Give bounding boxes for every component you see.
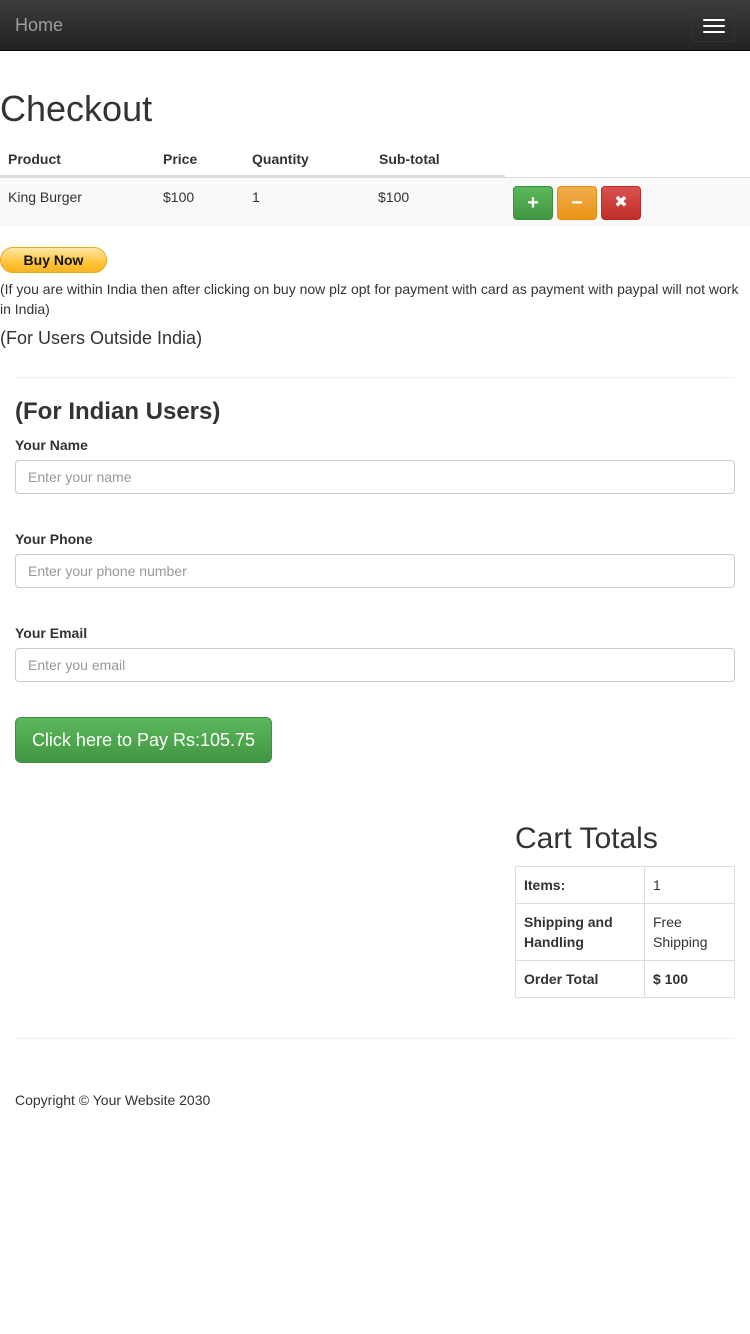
page-title: Checkout [0,88,153,129]
product-name: King Burger [8,189,82,205]
email-field[interactable] [15,648,735,682]
indian-users-title: (For Indian Users) [15,398,221,425]
plus-icon: + [527,192,539,214]
close-icon: ✖ [614,194,628,211]
name-label: Your Name [15,437,88,453]
hamburger-icon [703,19,725,21]
table-row: Shipping and Handling Free Shipping [515,903,735,961]
totals-key-items: Items: [515,866,645,904]
divider [15,377,735,378]
pay-button[interactable]: Click here to Pay Rs:105.75 [15,717,272,763]
india-payment-note: (If you are within India then after clic… [0,281,739,317]
totals-key-order-total: Order Total [515,960,645,998]
column-header-product: Product [8,151,61,167]
product-quantity: 1 [252,189,260,205]
outside-india-label: (For Users Outside India) [0,328,203,348]
footer-divider [15,1038,735,1039]
cart-table-header: Product Price Quantity Sub-total [0,141,505,177]
table-row: King Burger $100 1 $100 + − ✖ [0,177,750,227]
phone-field[interactable] [15,554,735,588]
remove-item-button[interactable]: ✖ [601,186,641,220]
phone-label: Your Phone [15,531,93,547]
cart-totals-table: Items: 1 Shipping and Handling Free Ship… [515,866,735,998]
totals-value-order-total: $ 100 [644,960,735,998]
decrease-quantity-button[interactable]: − [557,186,597,220]
table-row: Items: 1 [515,866,735,904]
product-price: $100 [163,189,195,205]
column-header-subtotal: Sub-total [379,151,440,167]
cart-totals-title: Cart Totals [515,822,658,855]
increase-quantity-button[interactable]: + [513,186,553,220]
product-subtotal: $100 [378,189,410,205]
totals-value-items: 1 [644,866,735,904]
totals-value-shipping: Free Shipping [644,903,735,961]
email-label: Your Email [15,625,88,641]
paypal-buy-now-button[interactable]: Buy Now [0,247,107,273]
column-header-quantity: Quantity [252,151,309,167]
navbar-toggle-button[interactable] [691,8,735,42]
table-row: Order Total $ 100 [515,960,735,998]
name-field[interactable] [15,460,735,494]
navbar-brand-home-link[interactable]: Home [15,14,63,36]
minus-icon: − [571,192,583,214]
copyright-text: Copyright © Your Website 2030 [15,1092,211,1108]
navbar: Home [0,0,750,51]
column-header-price: Price [163,151,198,167]
totals-key-shipping: Shipping and Handling [515,903,645,961]
